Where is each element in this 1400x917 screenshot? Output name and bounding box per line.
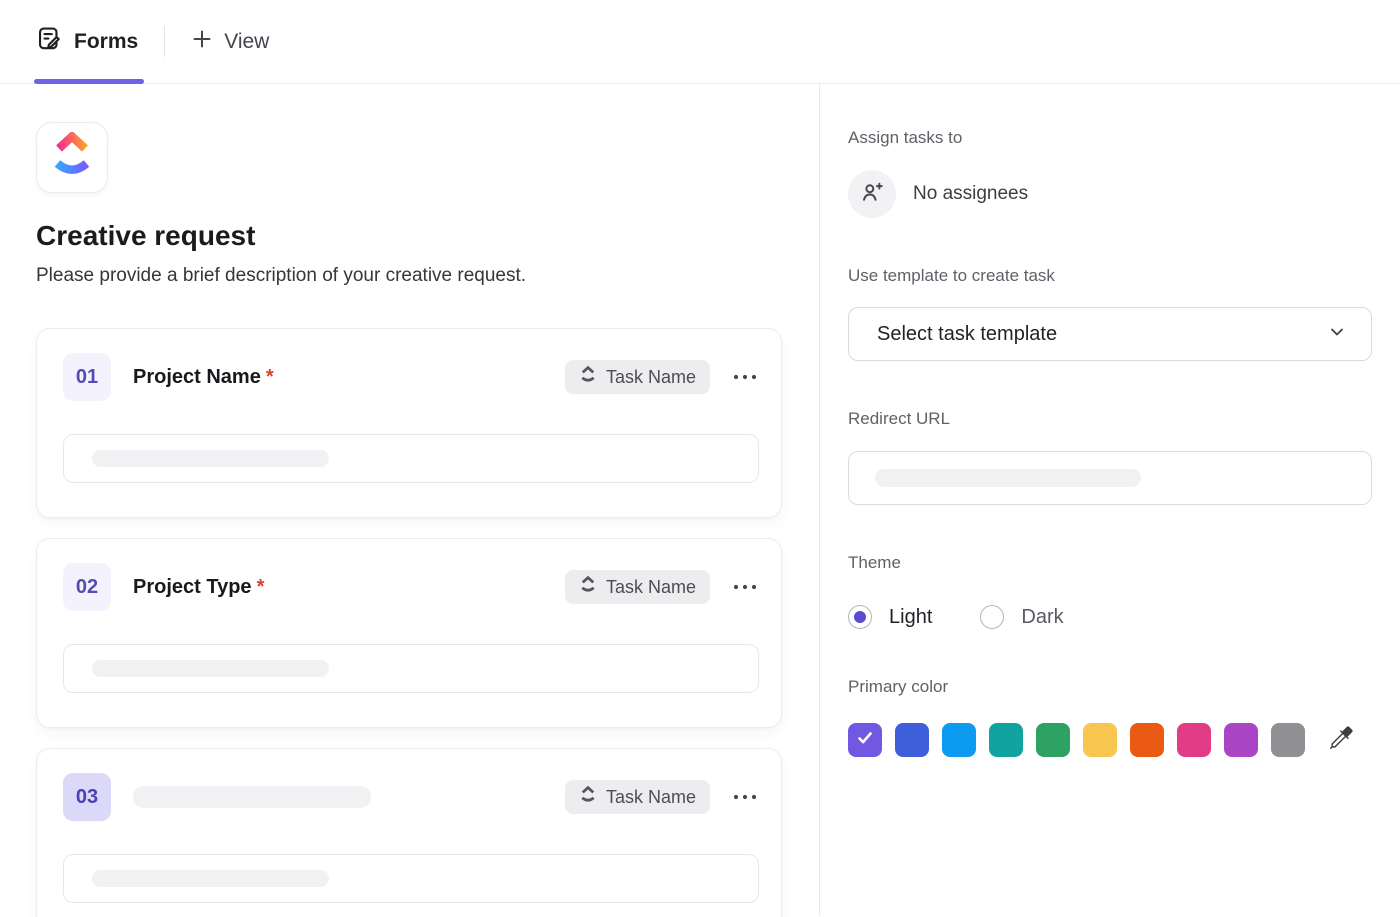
more-options-button[interactable] bbox=[731, 793, 759, 801]
color-swatch-orange[interactable] bbox=[1130, 723, 1164, 757]
add-assignee-button[interactable] bbox=[848, 170, 896, 218]
form-field-card-03[interactable]: 03 Task Name bbox=[36, 748, 782, 917]
field-answer-input[interactable] bbox=[63, 434, 759, 483]
theme-option-light[interactable]: Light bbox=[848, 605, 932, 629]
tab-add-view[interactable]: View bbox=[191, 0, 269, 83]
color-swatch-royal-blue[interactable] bbox=[895, 723, 929, 757]
field-title: Project Type* bbox=[133, 576, 264, 599]
form-logo-card bbox=[36, 122, 108, 193]
view-tabs-bar: Forms View bbox=[0, 0, 1400, 84]
eyedropper-icon bbox=[1330, 726, 1353, 754]
person-plus-icon bbox=[859, 179, 885, 210]
placeholder-skeleton bbox=[92, 870, 329, 887]
theme-option-dark[interactable]: Dark bbox=[980, 605, 1063, 629]
field-title-skeleton bbox=[133, 786, 371, 808]
ellipsis-icon bbox=[731, 583, 759, 591]
more-options-button[interactable] bbox=[731, 373, 759, 381]
primary-color-label: Primary color bbox=[848, 677, 1372, 697]
redirect-url-section: Redirect URL bbox=[848, 409, 1372, 505]
color-swatch-gray[interactable] bbox=[1271, 723, 1305, 757]
theme-section: Theme Light Dark bbox=[848, 553, 1372, 629]
task-name-badge[interactable]: Task Name bbox=[565, 360, 710, 394]
ellipsis-icon bbox=[731, 793, 759, 801]
tab-forms-label: Forms bbox=[74, 30, 138, 54]
clickup-stack-icon bbox=[579, 365, 597, 390]
field-number-badge: 03 bbox=[63, 773, 111, 821]
field-title: Project Name* bbox=[133, 366, 274, 389]
placeholder-skeleton bbox=[875, 469, 1141, 487]
ellipsis-icon bbox=[731, 373, 759, 381]
more-options-button[interactable] bbox=[731, 583, 759, 591]
form-preview-panel: Creative request Please provide a brief … bbox=[0, 84, 820, 916]
color-swatch-row bbox=[848, 723, 1372, 757]
color-swatch-purple-selected[interactable] bbox=[848, 723, 882, 757]
form-title: Creative request bbox=[36, 220, 781, 252]
placeholder-skeleton bbox=[92, 660, 329, 677]
theme-dark-label: Dark bbox=[1021, 606, 1063, 629]
required-asterisk: * bbox=[257, 576, 265, 598]
color-swatch-blue[interactable] bbox=[942, 723, 976, 757]
redirect-url-label: Redirect URL bbox=[848, 409, 1372, 429]
no-assignees-text: No assignees bbox=[913, 183, 1028, 205]
eyedropper-button[interactable] bbox=[1330, 726, 1353, 754]
field-answer-input[interactable] bbox=[63, 854, 759, 903]
form-field-card-01[interactable]: 01 Project Name* Task Name bbox=[36, 328, 782, 518]
required-asterisk: * bbox=[266, 366, 274, 388]
placeholder-skeleton bbox=[92, 450, 329, 467]
field-answer-input[interactable] bbox=[63, 644, 759, 693]
task-template-select[interactable]: Select task template bbox=[848, 307, 1372, 361]
form-description: Please provide a brief description of yo… bbox=[36, 265, 781, 287]
theme-light-label: Light bbox=[889, 606, 932, 629]
form-field-card-02[interactable]: 02 Project Type* Task Name bbox=[36, 538, 782, 728]
theme-label: Theme bbox=[848, 553, 1372, 573]
color-swatch-yellow[interactable] bbox=[1083, 723, 1117, 757]
assign-tasks-label: Assign tasks to bbox=[848, 128, 1372, 148]
task-template-value: Select task template bbox=[877, 323, 1327, 346]
color-swatch-teal[interactable] bbox=[989, 723, 1023, 757]
color-swatch-green[interactable] bbox=[1036, 723, 1070, 757]
radio-unselected-icon bbox=[980, 605, 1004, 629]
form-edit-icon bbox=[36, 25, 63, 58]
radio-selected-icon bbox=[848, 605, 872, 629]
chevron-down-icon bbox=[1327, 322, 1347, 347]
checkmark-icon bbox=[855, 728, 875, 753]
active-tab-underline bbox=[34, 79, 144, 84]
tab-view-label: View bbox=[224, 30, 269, 54]
clickup-logo-icon bbox=[52, 132, 92, 183]
clickup-stack-icon bbox=[579, 785, 597, 810]
clickup-stack-icon bbox=[579, 575, 597, 600]
task-template-section: Use template to create task Select task … bbox=[848, 266, 1372, 361]
form-settings-panel: Assign tasks to No assignees Use templat… bbox=[820, 84, 1400, 916]
redirect-url-input[interactable] bbox=[848, 451, 1372, 505]
field-number-badge: 02 bbox=[63, 563, 111, 611]
field-number-badge: 01 bbox=[63, 353, 111, 401]
assign-tasks-section: Assign tasks to No assignees bbox=[848, 128, 1372, 218]
color-swatch-violet[interactable] bbox=[1224, 723, 1258, 757]
task-name-badge[interactable]: Task Name bbox=[565, 570, 710, 604]
primary-color-section: Primary color bbox=[848, 677, 1372, 757]
plus-icon bbox=[191, 28, 213, 56]
color-swatch-pink[interactable] bbox=[1177, 723, 1211, 757]
task-template-label: Use template to create task bbox=[848, 266, 1372, 286]
tab-divider bbox=[164, 26, 165, 57]
task-name-badge[interactable]: Task Name bbox=[565, 780, 710, 814]
tab-forms[interactable]: Forms bbox=[36, 0, 138, 83]
